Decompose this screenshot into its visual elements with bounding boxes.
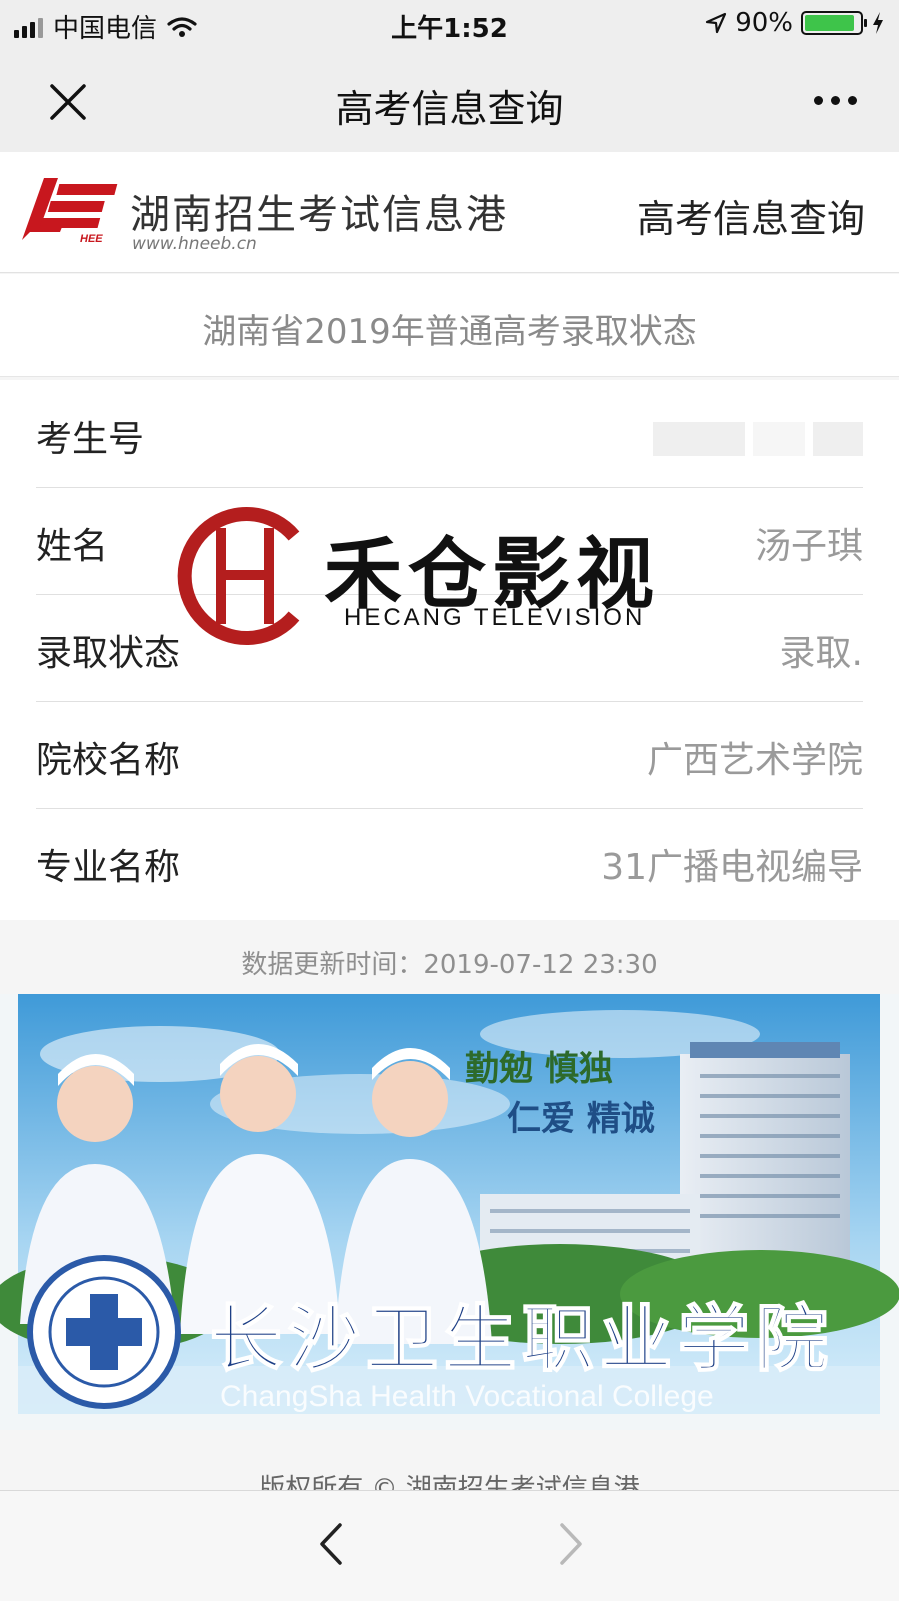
site-url: www.hneeb.cn: [132, 234, 257, 254]
watermark: 禾仓影视 HECANG TELEVISION: [166, 500, 682, 650]
masked-exam-number: [653, 422, 863, 456]
banner-college-cn: 长沙卫生职业学院: [210, 1296, 834, 1381]
row-label: 院校名称: [36, 740, 181, 781]
charging-bolt-icon: [873, 12, 883, 34]
watermark-en: HECANG TELEVISION: [344, 604, 646, 631]
row-school: 院校名称 广西艺术学院: [36, 701, 863, 809]
battery-percent: 90%: [735, 8, 793, 38]
row-label: 专业名称: [36, 847, 181, 888]
row-value: 31广播电视编导: [601, 847, 863, 888]
hee-logo[interactable]: HEE: [20, 174, 124, 244]
result-title: 湖南省2019年普通高考录取状态: [202, 312, 697, 352]
row-value: 录取.: [779, 633, 863, 674]
row-label: 考生号: [36, 419, 145, 460]
forward-arrow-icon[interactable]: [548, 1519, 592, 1569]
row-major: 专业名称 31广播电视编导: [36, 808, 863, 915]
copyright: 版权所有 © 湖南招生考试信息港: [259, 1474, 640, 1492]
svg-text:HEE: HEE: [80, 233, 103, 244]
more-icon[interactable]: [805, 80, 865, 120]
row-value: 汤子琪: [754, 526, 863, 567]
banner-motto-2: 仁爱 精诚: [507, 1099, 655, 1139]
result-title-bar: 湖南省2019年普通高考录取状态: [0, 274, 899, 377]
browser-toolbar: [0, 1490, 899, 1601]
header-query-link[interactable]: 高考信息查询: [637, 188, 865, 243]
status-bar: 中国电信 上午1:52 90%: [0, 0, 899, 50]
college-banner[interactable]: 勤勉 慎独 仁爱 精诚 长沙卫生职业学院 ChangSha Health Voc…: [0, 994, 899, 1430]
banner-college-en: ChangSha Health Vocational College: [220, 1380, 714, 1413]
battery-icon: [801, 11, 867, 35]
back-arrow-icon[interactable]: [310, 1519, 354, 1569]
site-name: 湖南招生考试信息港: [130, 192, 508, 238]
row-label: 姓名: [36, 526, 109, 567]
site-header: HEE 湖南招生考试信息港 www.hneeb.cn 高考信息查询: [0, 152, 899, 273]
update-time: 数据更新时间：2019-07-12 23:30: [241, 950, 658, 980]
status-right: 90%: [705, 8, 885, 38]
banner-motto-1: 勤勉 慎独: [465, 1049, 613, 1089]
nav-title: 高考信息查询: [335, 87, 564, 131]
nav-bar: 高考信息查询: [0, 50, 899, 152]
result-card: 考生号 姓名 汤子琪 录取状态 录取. 院校名称 广西艺术学院 专业名称 31广…: [0, 380, 899, 920]
location-arrow-icon: [706, 12, 727, 34]
watermark-logo: [177, 507, 300, 645]
row-label: 录取状态: [36, 633, 181, 674]
row-value: 广西艺术学院: [646, 740, 863, 781]
row-exam-number: 考生号: [36, 380, 863, 488]
